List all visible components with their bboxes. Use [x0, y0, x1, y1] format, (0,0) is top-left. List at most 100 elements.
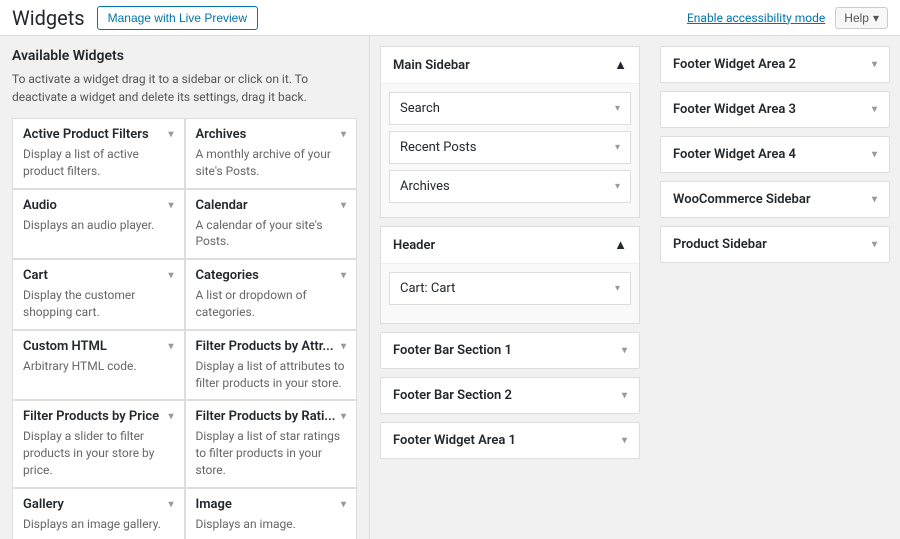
- widget-item-filter-products-price[interactable]: Filter Products by Price ▾ Display a sli…: [12, 400, 185, 487]
- widget-name: Archives: [196, 127, 247, 142]
- chevron-down-icon: ▾: [622, 390, 627, 401]
- footer-widget-area-2: Footer Widget Area 2 ▾: [660, 46, 890, 83]
- product-sidebar-title: Product Sidebar: [673, 237, 767, 252]
- widget-desc: Displays an audio player.: [23, 217, 174, 234]
- footer-bar-section-1-header[interactable]: Footer Bar Section 1 ▾: [381, 333, 639, 368]
- header-area: Header ▲ Cart: Cart ▾: [380, 226, 640, 324]
- widget-item-active-product-filters[interactable]: Active Product Filters ▾ Display a list …: [12, 118, 185, 189]
- top-bar-left: Widgets Manage with Live Preview: [12, 6, 258, 30]
- widget-item-custom-html[interactable]: Custom HTML ▾ Arbitrary HTML code.: [12, 330, 185, 401]
- footer-bar-section-1-title: Footer Bar Section 1: [393, 343, 512, 358]
- widget-item-gallery[interactable]: Gallery ▾ Displays an image gallery.: [12, 488, 185, 539]
- chevron-down-icon: ▾: [622, 345, 627, 356]
- widget-desc: A calendar of your site's Posts.: [196, 217, 347, 251]
- top-bar-right: Enable accessibility mode Help ▾: [687, 7, 888, 29]
- chevron-down-icon: ▾: [872, 59, 877, 70]
- header-area-content: Cart: Cart ▾: [381, 263, 639, 323]
- center-column: Main Sidebar ▲ Search ▾ Recent Posts: [370, 36, 650, 539]
- chevron-down-icon: ▾: [341, 411, 346, 422]
- manage-live-preview-button[interactable]: Manage with Live Preview: [97, 6, 258, 30]
- footer-widget-area-1-title: Footer Widget Area 1: [393, 433, 516, 448]
- cart-widget-label: Cart: Cart: [400, 281, 455, 296]
- chevron-down-icon: ▾: [615, 283, 620, 294]
- search-widget: Search ▾: [389, 92, 631, 125]
- chevron-down-icon: ▾: [341, 129, 346, 140]
- chevron-down-icon: ▾: [341, 341, 346, 352]
- footer-widget-area-1: Footer Widget Area 1 ▾: [380, 422, 640, 459]
- footer-widget-area-4-title: Footer Widget Area 4: [673, 147, 796, 162]
- footer-bar-section-1-area: Footer Bar Section 1 ▾: [380, 332, 640, 369]
- recent-posts-label: Recent Posts: [400, 140, 476, 155]
- widget-name: Cart: [23, 268, 48, 283]
- header-area-title: Header: [393, 238, 435, 253]
- widget-name: Active Product Filters: [23, 127, 149, 142]
- main-content: Available Widgets To activate a widget d…: [0, 36, 900, 539]
- page-title: Widgets: [12, 6, 85, 30]
- widget-grid: Active Product Filters ▾ Display a list …: [12, 118, 357, 539]
- main-sidebar-title: Main Sidebar: [393, 58, 470, 73]
- widget-desc: Displays an image gallery.: [23, 516, 174, 533]
- widget-item-categories[interactable]: Categories ▾ A list or dropdown of categ…: [185, 259, 358, 330]
- woocommerce-sidebar-title: WooCommerce Sidebar: [673, 192, 811, 207]
- chevron-down-icon: ▾: [872, 104, 877, 115]
- footer-widget-area-1-header[interactable]: Footer Widget Area 1 ▾: [381, 423, 639, 458]
- footer-widget-area-3-title: Footer Widget Area 3: [673, 102, 796, 117]
- footer-bar-section-2-title: Footer Bar Section 2: [393, 388, 512, 403]
- widget-name: Filter Products by Attr...: [196, 339, 334, 354]
- footer-widget-area-2-title: Footer Widget Area 2: [673, 57, 796, 72]
- chevron-down-icon: ▾: [168, 129, 173, 140]
- widget-item-cart[interactable]: Cart ▾ Display the customer shopping car…: [12, 259, 185, 330]
- recent-posts-widget: Recent Posts ▾: [389, 131, 631, 164]
- woocommerce-sidebar-header[interactable]: WooCommerce Sidebar ▾: [661, 182, 889, 217]
- woocommerce-sidebar-area: WooCommerce Sidebar ▾: [660, 181, 890, 218]
- product-sidebar-header[interactable]: Product Sidebar ▾: [661, 227, 889, 262]
- widget-desc: Display a list of active product filters…: [23, 146, 174, 180]
- archives-label: Archives: [400, 179, 450, 194]
- footer-bar-section-2-area: Footer Bar Section 2 ▾: [380, 377, 640, 414]
- footer-bar-section-2-header[interactable]: Footer Bar Section 2 ▾: [381, 378, 639, 413]
- cart-widget: Cart: Cart ▾: [389, 272, 631, 305]
- widget-item-calendar[interactable]: Calendar ▾ A calendar of your site's Pos…: [185, 189, 358, 260]
- help-chevron-icon: ▾: [873, 11, 879, 25]
- chevron-down-icon: ▾: [168, 499, 173, 510]
- widget-name: Audio: [23, 198, 57, 213]
- widget-desc: Display a slider to filter products in y…: [23, 428, 174, 478]
- chevron-down-icon: ▾: [872, 194, 877, 205]
- collapse-icon: ▲: [614, 237, 627, 253]
- widget-desc: Display a list of star ratings to filter…: [196, 428, 347, 478]
- footer-widget-area-3-header[interactable]: Footer Widget Area 3 ▾: [661, 92, 889, 127]
- widget-item-archives[interactable]: Archives ▾ A monthly archive of your sit…: [185, 118, 358, 189]
- widget-name: Image: [196, 497, 232, 512]
- footer-widget-area-2-header[interactable]: Footer Widget Area 2 ▾: [661, 47, 889, 82]
- chevron-down-icon: ▾: [872, 149, 877, 160]
- widget-desc: Display a list of attributes to filter p…: [196, 358, 347, 392]
- chevron-down-icon: ▾: [622, 435, 627, 446]
- widget-desc: Display the customer shopping cart.: [23, 287, 174, 321]
- main-sidebar-header[interactable]: Main Sidebar ▲: [381, 47, 639, 83]
- main-sidebar-content: Search ▾ Recent Posts ▾ Ar: [381, 83, 639, 217]
- chevron-down-icon: ▾: [168, 200, 173, 211]
- header-area-header[interactable]: Header ▲: [381, 227, 639, 263]
- widget-name: Filter Products by Price: [23, 409, 159, 424]
- accessibility-mode-link[interactable]: Enable accessibility mode: [687, 11, 825, 25]
- widget-item-filter-products-attr[interactable]: Filter Products by Attr... ▾ Display a l…: [185, 330, 358, 401]
- help-label: Help: [844, 11, 869, 25]
- widget-item-image[interactable]: Image ▾ Displays an image.: [185, 488, 358, 539]
- help-button[interactable]: Help ▾: [835, 7, 888, 29]
- footer-widget-area-3: Footer Widget Area 3 ▾: [660, 91, 890, 128]
- top-bar: Widgets Manage with Live Preview Enable …: [0, 0, 900, 36]
- widget-desc: Arbitrary HTML code.: [23, 358, 174, 375]
- available-widgets-panel: Available Widgets To activate a widget d…: [0, 36, 370, 539]
- widget-name: Categories: [196, 268, 259, 283]
- collapse-icon: ▲: [614, 57, 627, 73]
- widget-item-audio[interactable]: Audio ▾ Displays an audio player.: [12, 189, 185, 260]
- widget-desc: A monthly archive of your site's Posts.: [196, 146, 347, 180]
- chevron-down-icon: ▾: [615, 181, 620, 192]
- right-column: Footer Widget Area 2 ▾ Footer Widget Are…: [650, 36, 900, 539]
- widget-item-filter-products-rating[interactable]: Filter Products by Rati... ▾ Display a l…: [185, 400, 358, 487]
- footer-widget-area-4-header[interactable]: Footer Widget Area 4 ▾: [661, 137, 889, 172]
- chevron-down-icon: ▾: [341, 499, 346, 510]
- widget-areas: Main Sidebar ▲ Search ▾ Recent Posts: [370, 36, 900, 539]
- widget-name: Custom HTML: [23, 339, 107, 354]
- chevron-down-icon: ▾: [341, 200, 346, 211]
